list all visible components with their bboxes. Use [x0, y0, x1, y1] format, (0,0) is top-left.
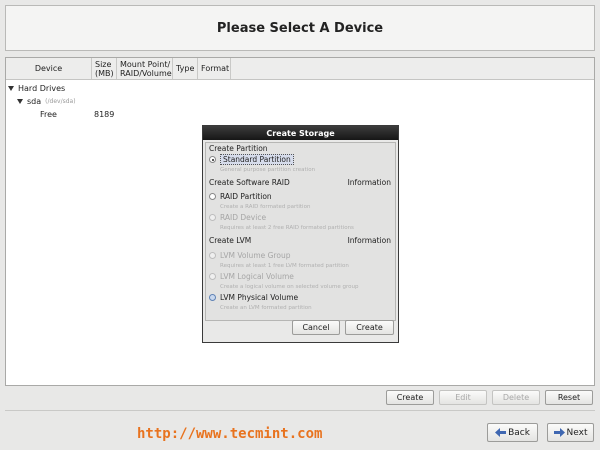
free-label: Free: [40, 109, 57, 119]
lvm-volume-group-label: LVM Volume Group: [220, 251, 291, 260]
delete-button[interactable]: Delete: [492, 390, 540, 405]
tree-row-sda[interactable]: sda (/dev/sda): [17, 95, 76, 107]
column-device[interactable]: Device: [6, 58, 92, 79]
raid-partition-desc: Create a RAID formated partition: [220, 204, 311, 210]
column-headers: Device Size (MB) Mount Point/ RAID/Volum…: [6, 58, 594, 80]
dialog-cancel-button[interactable]: Cancel: [292, 320, 340, 335]
reset-button[interactable]: Reset: [545, 390, 593, 405]
lvm-logical-volume-option[interactable]: LVM Logical Volume: [209, 272, 294, 281]
standard-partition-option[interactable]: Standard Partition: [209, 154, 294, 165]
back-label: Back: [508, 427, 530, 438]
expand-triangle-icon[interactable]: [17, 98, 23, 104]
lvm-volume-group-option[interactable]: LVM Volume Group: [209, 251, 290, 260]
lvm-logical-volume-label: LVM Logical Volume: [220, 272, 294, 281]
arrow-right-icon: [553, 428, 565, 437]
partition-section-header: Create Partition: [209, 144, 268, 153]
raid-partition-label: RAID Partition: [220, 192, 272, 201]
next-button[interactable]: Next: [547, 423, 594, 442]
raid-information-link[interactable]: Information: [348, 178, 391, 187]
column-format[interactable]: Format: [198, 58, 231, 79]
raid-device-option[interactable]: RAID Device: [209, 213, 266, 222]
raid-section-header: Create Software RAID: [209, 178, 290, 187]
raid-device-label: RAID Device: [220, 213, 267, 222]
lvm-logical-volume-desc: Create a logical volume on selected volu…: [220, 284, 359, 290]
disk-path: (/dev/sda): [45, 97, 76, 105]
footer-divider: [5, 410, 595, 411]
free-size: 8189: [94, 108, 114, 120]
edit-button[interactable]: Edit: [439, 390, 487, 405]
page-title: Please Select A Device: [216, 20, 384, 36]
arrow-left-icon: [495, 428, 507, 437]
lvm-section-header: Create LVM: [209, 236, 252, 245]
create-storage-dialog: Create Storage Create Partition Standard…: [202, 125, 399, 343]
lvm-physical-volume-radio[interactable]: [209, 294, 216, 301]
dialog-create-button[interactable]: Create: [345, 320, 394, 335]
column-mount-point[interactable]: Mount Point/ RAID/Volume: [117, 58, 173, 79]
dialog-options-panel: Create Partition Standard Partition Gene…: [205, 142, 396, 321]
lvm-physical-volume-option[interactable]: LVM Physical Volume: [209, 293, 298, 302]
lvm-information-link[interactable]: Information: [348, 236, 391, 245]
standard-partition-label: Standard Partition: [220, 154, 294, 165]
lvm-volume-group-radio[interactable]: [209, 252, 216, 259]
column-type[interactable]: Type: [173, 58, 198, 79]
create-button[interactable]: Create: [386, 390, 434, 405]
raid-device-radio[interactable]: [209, 214, 216, 221]
next-label: Next: [566, 427, 588, 438]
column-filler: [231, 58, 594, 79]
tree-row-free[interactable]: Free: [40, 108, 57, 120]
lvm-physical-volume-desc: Create an LVM formated partition: [220, 305, 312, 311]
dialog-title: Create Storage: [203, 126, 398, 140]
raid-partition-radio[interactable]: [209, 193, 216, 200]
disk-label: sda: [27, 96, 42, 106]
hard-drives-label: Hard Drives: [18, 83, 66, 93]
column-size[interactable]: Size (MB): [92, 58, 117, 79]
raid-partition-option[interactable]: RAID Partition: [209, 192, 272, 201]
watermark-url: http://www.tecmint.com: [137, 426, 323, 442]
page-header: Please Select A Device: [5, 5, 595, 51]
tree-row-hard-drives[interactable]: Hard Drives: [8, 82, 65, 94]
lvm-volume-group-desc: Requires at least 1 free LVM formated pa…: [220, 263, 349, 269]
raid-device-desc: Requires at least 2 free RAID formated p…: [220, 225, 354, 231]
lvm-logical-volume-radio[interactable]: [209, 273, 216, 280]
standard-partition-desc: General purpose partition creation: [220, 167, 316, 173]
lvm-physical-volume-label: LVM Physical Volume: [220, 293, 299, 302]
standard-partition-radio[interactable]: [209, 156, 216, 163]
free-size-value: 8189: [94, 109, 115, 119]
expand-triangle-icon[interactable]: [8, 85, 14, 91]
back-button[interactable]: Back: [487, 423, 538, 442]
